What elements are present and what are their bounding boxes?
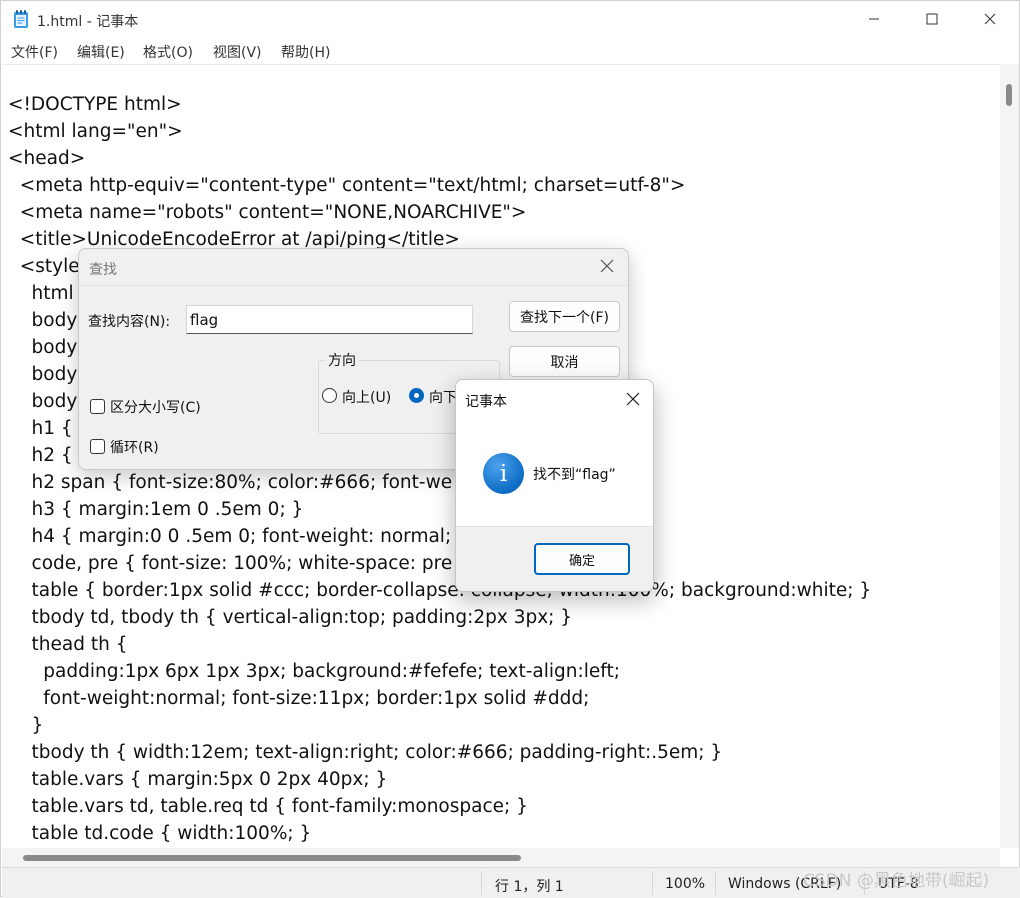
find-what-label: 查找内容(N):	[88, 314, 171, 330]
find-what-input[interactable]	[186, 305, 473, 334]
editor-line: h2 span { font-size:80%; color:#666; fon…	[8, 472, 453, 493]
wrap-around-label: 循环(R)	[110, 440, 159, 456]
editor-line: tbody th { width:12em; text-align:right;…	[8, 742, 723, 763]
status-divider	[715, 871, 716, 895]
editor-line: body	[8, 310, 78, 331]
status-divider	[481, 871, 482, 895]
cursor-position: 行 1，列 1	[495, 879, 564, 895]
editor-line: tbody td, tbody th { vertical-align:top;…	[8, 607, 573, 628]
minimize-icon	[869, 18, 879, 20]
editor-line: }	[8, 715, 44, 736]
editor-line: <meta http-equiv="content-type" content=…	[8, 175, 686, 196]
editor-line: html	[8, 283, 74, 304]
editor-line: <meta name="robots" content="NONE,NOARCH…	[8, 202, 527, 223]
horizontal-scroll-thumb[interactable]	[23, 855, 521, 861]
editor-line: h2 { r	[8, 445, 87, 466]
close-window-button[interactable]	[961, 1, 1019, 37]
editor-line: h1 { f	[8, 418, 86, 439]
find-dialog-close-icon[interactable]	[599, 258, 615, 274]
editor-line: font-weight:normal; font-size:11px; bord…	[8, 688, 590, 709]
editor-line: h4 { margin:0 0 .5em 0; font-weight: nor…	[8, 526, 452, 547]
horizontal-scrollbar[interactable]	[2, 848, 1000, 867]
find-dialog-title: 查找	[89, 262, 117, 278]
editor-line: <head>	[8, 148, 86, 169]
minimize-button[interactable]	[845, 1, 903, 37]
message-box: 记事本 i 找不到“flag” 确定	[455, 379, 654, 592]
editor-line: padding:1px 6px 1px 3px; background:#fef…	[8, 661, 620, 682]
menu-file[interactable]: 文件(F)	[11, 42, 58, 62]
match-case-label: 区分大小写(C)	[110, 400, 201, 416]
menu-edit[interactable]: 编辑(E)	[77, 42, 125, 62]
window-title: 1.html - 记事本	[37, 14, 139, 30]
editor-line: table td.code { width:100%; }	[8, 823, 312, 844]
message-text: 找不到“flag”	[533, 467, 616, 483]
zoom-level: 100%	[665, 876, 706, 892]
direction-down-radio[interactable]	[409, 388, 424, 403]
maximize-icon	[926, 13, 938, 25]
close-icon	[984, 13, 996, 25]
editor-line: table.vars td, table.req td { font-famil…	[8, 796, 528, 817]
vertical-scrollbar[interactable]	[1000, 64, 1019, 848]
editor-line: thead th {	[8, 634, 128, 655]
menu-help[interactable]: 帮助(H)	[281, 42, 330, 62]
editor-line: h3 { margin:1em 0 .5em 0; }	[8, 499, 304, 520]
status-divider	[652, 871, 653, 895]
editor-line: code, pre { font-size: 100%; white-space…	[8, 553, 453, 574]
message-box-title: 记事本	[465, 394, 507, 410]
direction-down-label: 向下	[429, 390, 457, 406]
info-icon: i	[483, 453, 524, 494]
editor-line: table.vars { margin:5px 0 2px 40px; }	[8, 769, 388, 790]
wrap-around-checkbox[interactable]	[90, 439, 105, 454]
editor-line: <!DOCTYPE html>	[8, 94, 182, 115]
notepad-window: 1.html - 记事本 文件(F) 编辑(E) 格式(O) 视图(V) 帮助(…	[0, 0, 1020, 898]
menu-format[interactable]: 格式(O)	[143, 42, 193, 62]
watermark: CSDN @黑色地带(崛起)	[803, 871, 990, 891]
menu-bar: 文件(F) 编辑(E) 格式(O) 视图(V) 帮助(H)	[1, 39, 1019, 63]
editor-line: <style	[8, 256, 80, 277]
direction-up-label: 向上(U)	[342, 390, 392, 406]
editor-line: body	[8, 391, 78, 412]
editor-line: body	[8, 337, 78, 358]
match-case-checkbox[interactable]	[90, 399, 105, 414]
vertical-scroll-thumb[interactable]	[1006, 84, 1012, 106]
message-box-footer: 确定	[456, 526, 653, 591]
maximize-button[interactable]	[903, 1, 961, 37]
message-box-close-icon[interactable]	[625, 391, 641, 407]
cancel-button[interactable]: 取消	[509, 346, 620, 377]
menu-view[interactable]: 视图(V)	[213, 42, 262, 62]
editor-line: table { border:1px solid #ccc; border-co…	[8, 580, 872, 601]
ok-button[interactable]: 确定	[534, 543, 630, 575]
notepad-icon	[14, 10, 28, 28]
find-next-button[interactable]: 查找下一个(F)	[509, 301, 620, 332]
direction-up-radio[interactable]	[322, 388, 337, 403]
title-bar: 1.html - 记事本	[1, 1, 1019, 37]
direction-label: 方向	[326, 350, 358, 370]
editor-line: <html lang="en">	[8, 121, 183, 142]
editor-line: body	[8, 364, 78, 385]
